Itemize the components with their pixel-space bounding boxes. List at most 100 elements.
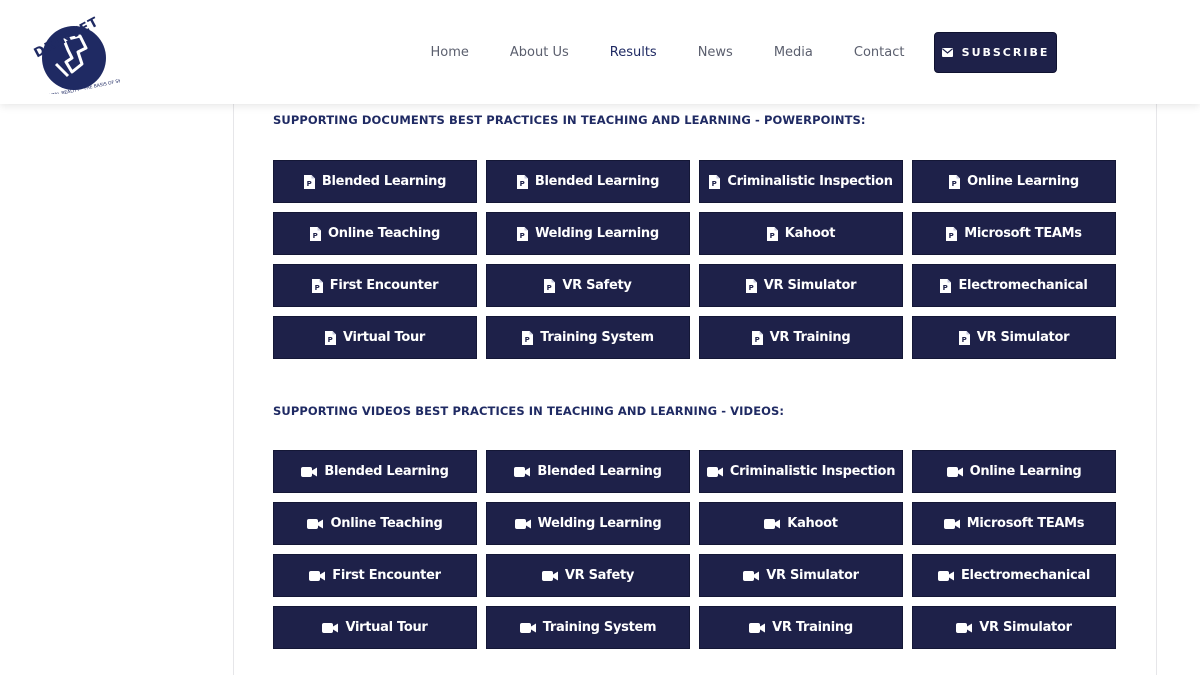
video-button-virtual-tour[interactable]: Virtual Tour [273,606,477,649]
doc-button-virtual-tour[interactable]: P Virtual Tour [273,316,477,359]
doc-button-blended-learning[interactable]: P Blended Learning [273,160,477,203]
doc-button-vr-simulator[interactable]: P VR Simulator [699,264,903,307]
video-button-label: VR Simulator [979,620,1072,635]
doc-button-vr-training[interactable]: P VR Training [699,316,903,359]
svg-text:P: P [748,284,753,292]
powerpoint-file-icon: P [709,174,721,189]
powerpoint-file-icon: P [949,174,961,189]
nav-about-us[interactable]: About Us [489,45,589,60]
doc-button-microsoft-teams[interactable]: P Microsoft TEAMs [912,212,1116,255]
doc-button-vr-safety[interactable]: P VR Safety [486,264,690,307]
video-button-microsoft-teams[interactable]: Microsoft TEAMs [912,502,1116,545]
video-button-label: Virtual Tour [345,620,428,635]
video-camera-icon [301,466,318,477]
video-button-criminalistic-inspection[interactable]: Criminalistic Inspection [699,450,903,493]
powerpoint-file-icon: P [751,330,763,345]
doc-button-electromechanical[interactable]: P Electromechanical [912,264,1116,307]
video-camera-icon [937,570,954,581]
doc-button-label: VR Simulator [976,330,1070,345]
doc-button-blended-learning[interactable]: P Blended Learning [486,160,690,203]
doc-button-label: VR Simulator [763,278,857,293]
doc-button-label: Training System [540,330,654,345]
nav-media[interactable]: Media [753,45,833,60]
video-button-electromechanical[interactable]: Electromechanical [912,554,1116,597]
video-button-training-system[interactable]: Training System [486,606,690,649]
nav-contact[interactable]: Contact [833,45,925,60]
video-camera-icon [307,518,324,529]
doc-button-label: VR Training [769,330,851,345]
powerpoint-file-icon: P [303,174,315,189]
powerpoint-file-icon: P [516,174,528,189]
powerpoint-file-icon: P [517,226,529,241]
doc-button-label: Electromechanical [958,278,1088,293]
powerpoint-file-icon: P [940,278,952,293]
logo-graphic: DRINVET DIGITAL REALITY · THE BASIS OF S… [32,15,154,101]
video-button-label: VR Simulator [766,568,859,583]
video-button-label: Criminalistic Inspection [729,464,896,479]
video-camera-icon [514,466,531,477]
svg-text:P: P [520,232,525,240]
powerpoint-file-icon: P [946,226,958,241]
svg-text:P: P [769,232,774,240]
video-camera-icon [519,622,536,633]
doc-button-online-learning[interactable]: P Online Learning [912,160,1116,203]
video-button-first-encounter[interactable]: First Encounter [273,554,477,597]
doc-button-vr-simulator[interactable]: P VR Simulator [912,316,1116,359]
video-camera-icon [309,570,326,581]
video-button-blended-learning[interactable]: Blended Learning [486,450,690,493]
video-button-label: Training System [542,620,657,635]
svg-text:P: P [943,284,948,292]
svg-text:P: P [328,336,333,344]
video-camera-icon [541,570,558,581]
video-button-welding-learning[interactable]: Welding Learning [486,502,690,545]
doc-button-welding-learning[interactable]: P Welding Learning [486,212,690,255]
powerpoint-file-icon: P [544,278,556,293]
video-camera-icon [946,466,963,477]
video-button-vr-simulator[interactable]: VR Simulator [912,606,1116,649]
doc-button-kahoot[interactable]: P Kahoot [699,212,903,255]
video-camera-icon [322,622,339,633]
video-button-vr-safety[interactable]: VR Safety [486,554,690,597]
video-button-blended-learning[interactable]: Blended Learning [273,450,477,493]
documents-section-title: SUPPORTING DOCUMENTS BEST PRACTICES IN T… [273,113,866,127]
doc-button-label: Online Learning [967,174,1079,189]
video-button-label: First Encounter [332,568,441,583]
subscribe-button[interactable]: SUBSCRIBE [934,32,1057,73]
documents-button-grid: P Blended Learning P Blended Learning P Crimi… [273,160,1116,359]
powerpoint-file-icon: P [311,278,323,293]
video-button-vr-training[interactable]: VR Training [699,606,903,649]
doc-button-criminalistic-inspection[interactable]: P Criminalistic Inspection [699,160,903,203]
video-camera-icon [743,570,760,581]
videos-section-title: SUPPORTING VIDEOS BEST PRACTICES IN TEAC… [273,404,785,418]
video-button-vr-simulator[interactable]: VR Simulator [699,554,903,597]
doc-button-label: Virtual Tour [342,330,426,345]
doc-button-label: First Encounter [329,278,439,293]
doc-button-label: Kahoot [784,226,836,241]
video-button-label: Online Learning [969,464,1082,479]
svg-text:P: P [754,336,759,344]
doc-button-label: Welding Learning [535,226,659,241]
video-button-label: Welding Learning [537,516,662,531]
doc-button-label: Blended Learning [321,174,447,189]
site-header: DRINVET DIGITAL REALITY · THE BASIS OF S… [0,0,1200,104]
video-button-online-teaching[interactable]: Online Teaching [273,502,477,545]
drinvet-logo[interactable]: DRINVET DIGITAL REALITY · THE BASIS OF S… [28,12,154,101]
doc-button-online-teaching[interactable]: P Online Teaching [273,212,477,255]
svg-text:P: P [520,180,525,188]
nav-news[interactable]: News [677,45,753,60]
video-button-label: VR Safety [564,568,635,583]
video-button-label: Microsoft TEAMs [966,516,1085,531]
svg-text:P: P [712,180,717,188]
nav-home[interactable]: Home [410,45,489,60]
video-button-label: Blended Learning [537,464,662,479]
doc-button-first-encounter[interactable]: P First Encounter [273,264,477,307]
video-button-label: VR Training [772,620,853,635]
videos-button-grid: Blended Learning Blended Learning Criminal… [273,450,1116,649]
doc-button-label: VR Safety [562,278,632,293]
powerpoint-file-icon: P [766,226,778,241]
video-camera-icon [749,622,766,633]
doc-button-training-system[interactable]: P Training System [486,316,690,359]
video-button-online-learning[interactable]: Online Learning [912,450,1116,493]
video-button-kahoot[interactable]: Kahoot [699,502,903,545]
nav-results[interactable]: Results [589,45,677,60]
